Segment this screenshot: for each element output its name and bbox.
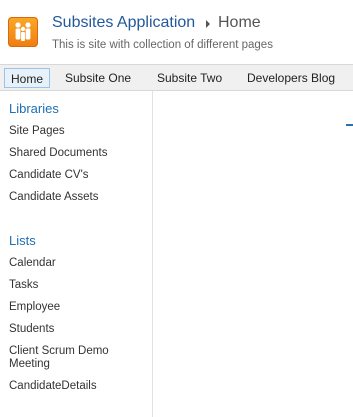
- nav-item-students[interactable]: Students: [9, 323, 54, 335]
- site-title-link[interactable]: Subsites Application: [52, 14, 195, 32]
- nav-item-client-scrum-demo-meeting[interactable]: Client Scrum Demo Meeting: [9, 345, 139, 371]
- content-area-marker: [346, 124, 353, 126]
- site-header: Subsites Application Home This is site w…: [0, 0, 353, 64]
- nav-item-calendar[interactable]: Calendar: [9, 257, 56, 269]
- tab-home[interactable]: Home: [4, 68, 51, 88]
- nav-item-employee[interactable]: Employee: [9, 301, 60, 313]
- nav-item-candidate-details[interactable]: CandidateDetails: [9, 380, 97, 392]
- nav-heading-lists[interactable]: Lists: [9, 233, 36, 248]
- nav-item-tasks[interactable]: Tasks: [9, 279, 38, 291]
- tab-subsite-one[interactable]: Subsite One: [65, 68, 131, 88]
- top-navigation-bar: Home Subsite One Subsite Two Developers …: [0, 64, 353, 91]
- tab-subsite-two[interactable]: Subsite Two: [157, 68, 222, 88]
- site-description: This is site with collection of differen…: [52, 39, 273, 51]
- breadcrumb-current-page: Home: [218, 14, 261, 31]
- tab-developers-blog[interactable]: Developers Blog: [247, 68, 335, 88]
- nav-item-candidate-assets[interactable]: Candidate Assets: [9, 191, 99, 203]
- quick-launch-sidebar: Libraries Site Pages Shared Documents Ca…: [0, 91, 153, 417]
- nav-heading-libraries[interactable]: Libraries: [9, 101, 59, 116]
- nav-item-shared-documents[interactable]: Shared Documents: [9, 147, 107, 159]
- site-logo-icon[interactable]: [8, 17, 38, 47]
- nav-item-site-pages[interactable]: Site Pages: [9, 125, 65, 137]
- nav-item-candidate-cvs[interactable]: Candidate CV's: [9, 169, 89, 181]
- breadcrumb-arrow-icon: [206, 20, 210, 28]
